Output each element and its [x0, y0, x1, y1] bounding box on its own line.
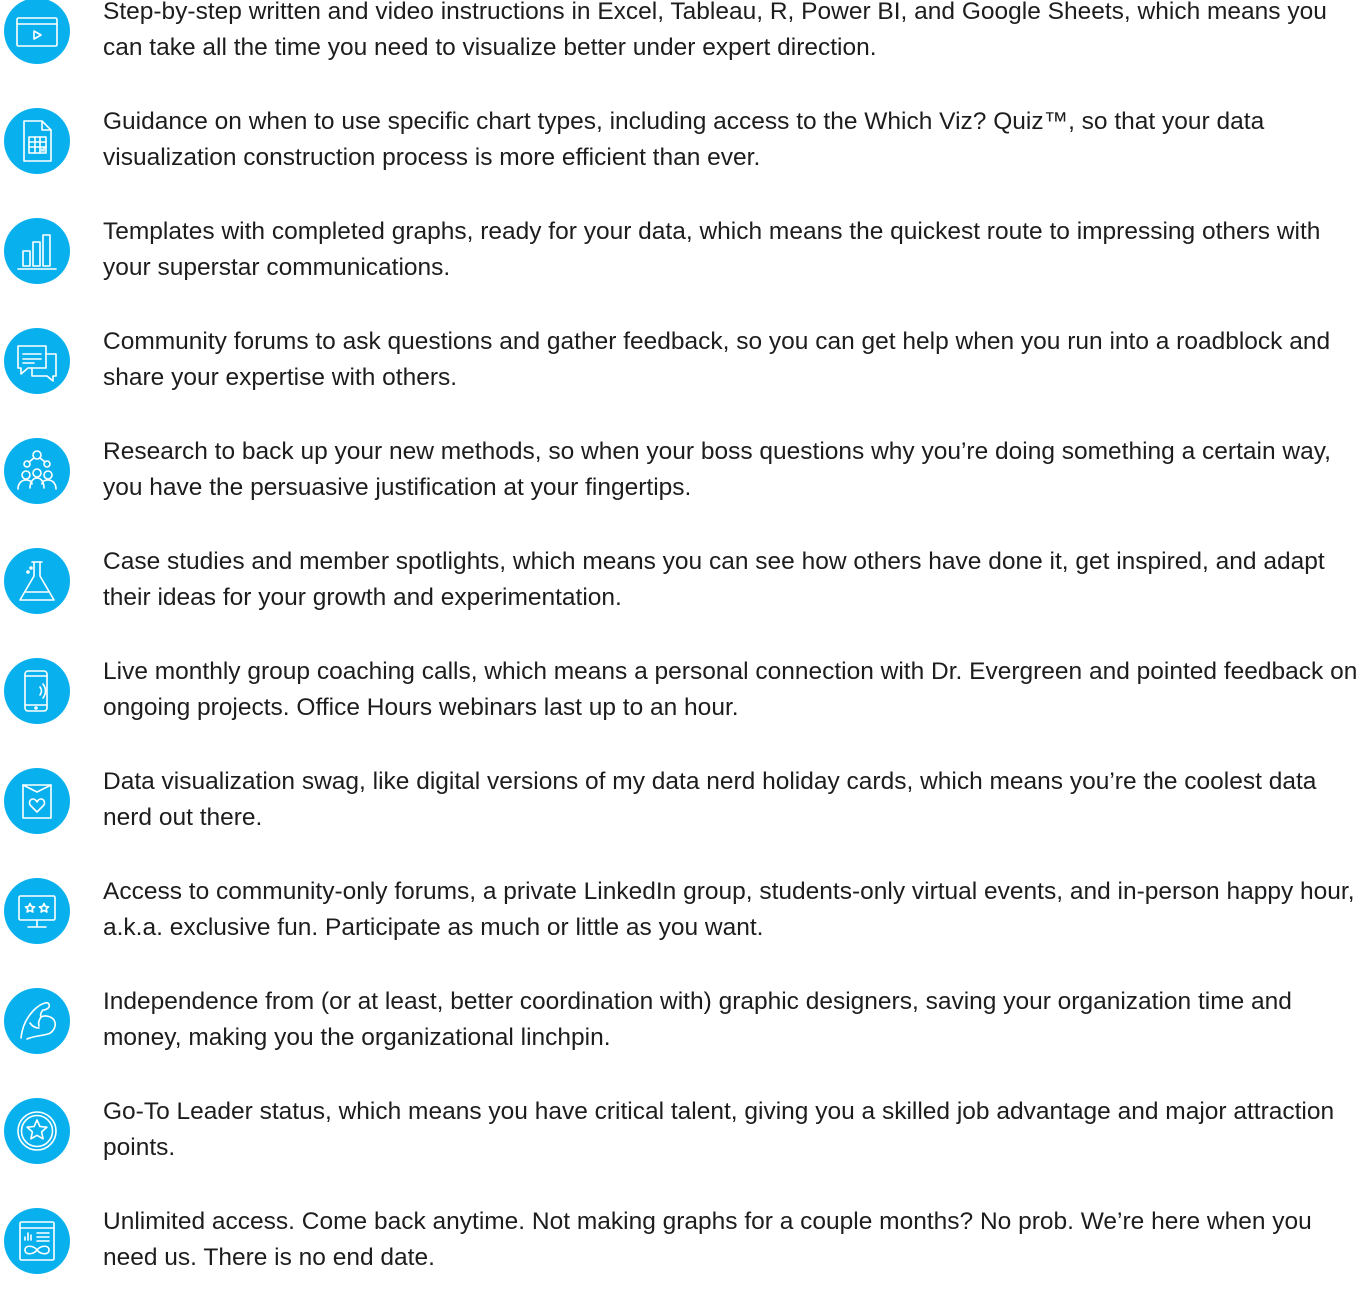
benefit-item: Data visualization swag, like digital ve…: [0, 764, 1366, 864]
benefit-item: Go-To Leader status, which means you hav…: [0, 1094, 1366, 1194]
star-badge-icon: [4, 1098, 70, 1164]
video-player-icon: [4, 0, 70, 64]
benefit-text: Step-by-step written and video instructi…: [103, 0, 1327, 61]
benefit-item: Independence from (or at least, better c…: [0, 984, 1366, 1084]
benefit-item: Live monthly group coaching calls, which…: [0, 654, 1366, 754]
benefit-item: Community forums to ask questions and ga…: [0, 324, 1366, 424]
chat-bubbles-icon: [4, 328, 70, 394]
benefit-item: Templates with completed graphs, ready f…: [0, 214, 1366, 314]
spreadsheet-document-icon: [4, 108, 70, 174]
benefit-text: Data visualization swag, like digital ve…: [103, 768, 1317, 831]
benefit-text: Live monthly group coaching calls, which…: [103, 658, 1358, 721]
benefit-text: Templates with completed graphs, ready f…: [103, 218, 1321, 281]
benefit-item: Research to back up your new methods, so…: [0, 434, 1366, 534]
benefit-text: Case studies and member spotlights, whic…: [103, 548, 1325, 611]
benefits-list: Step-by-step written and video instructi…: [0, 0, 1366, 1276]
lab-flask-icon: [4, 548, 70, 614]
ringing-phone-icon: [4, 658, 70, 724]
benefit-item: Access to community-only forums, a priva…: [0, 874, 1366, 974]
benefit-item: Step-by-step written and video instructi…: [0, 0, 1366, 94]
benefit-text: Community forums to ask questions and ga…: [103, 328, 1331, 391]
benefit-text: Go-To Leader status, which means you hav…: [103, 1098, 1335, 1161]
benefit-item: Unlimited access. Come back anytime. Not…: [0, 1204, 1366, 1304]
infinity-dashboard-icon: [4, 1208, 70, 1274]
benefit-item: Case studies and member spotlights, whic…: [0, 544, 1366, 644]
monitor-stars-icon: [4, 878, 70, 944]
bar-chart-icon: [4, 218, 70, 284]
benefit-text: Unlimited access. Come back anytime. Not…: [103, 1208, 1312, 1271]
benefit-item: Guidance on when to use specific chart t…: [0, 104, 1366, 204]
heart-card-icon: [4, 768, 70, 834]
benefit-text: Guidance on when to use specific chart t…: [103, 108, 1265, 171]
people-network-icon: [4, 438, 70, 504]
flexed-arm-icon: [4, 988, 70, 1054]
benefit-text: Independence from (or at least, better c…: [103, 988, 1292, 1051]
benefit-text: Research to back up your new methods, so…: [103, 438, 1331, 501]
benefit-text: Access to community-only forums, a priva…: [103, 878, 1355, 941]
